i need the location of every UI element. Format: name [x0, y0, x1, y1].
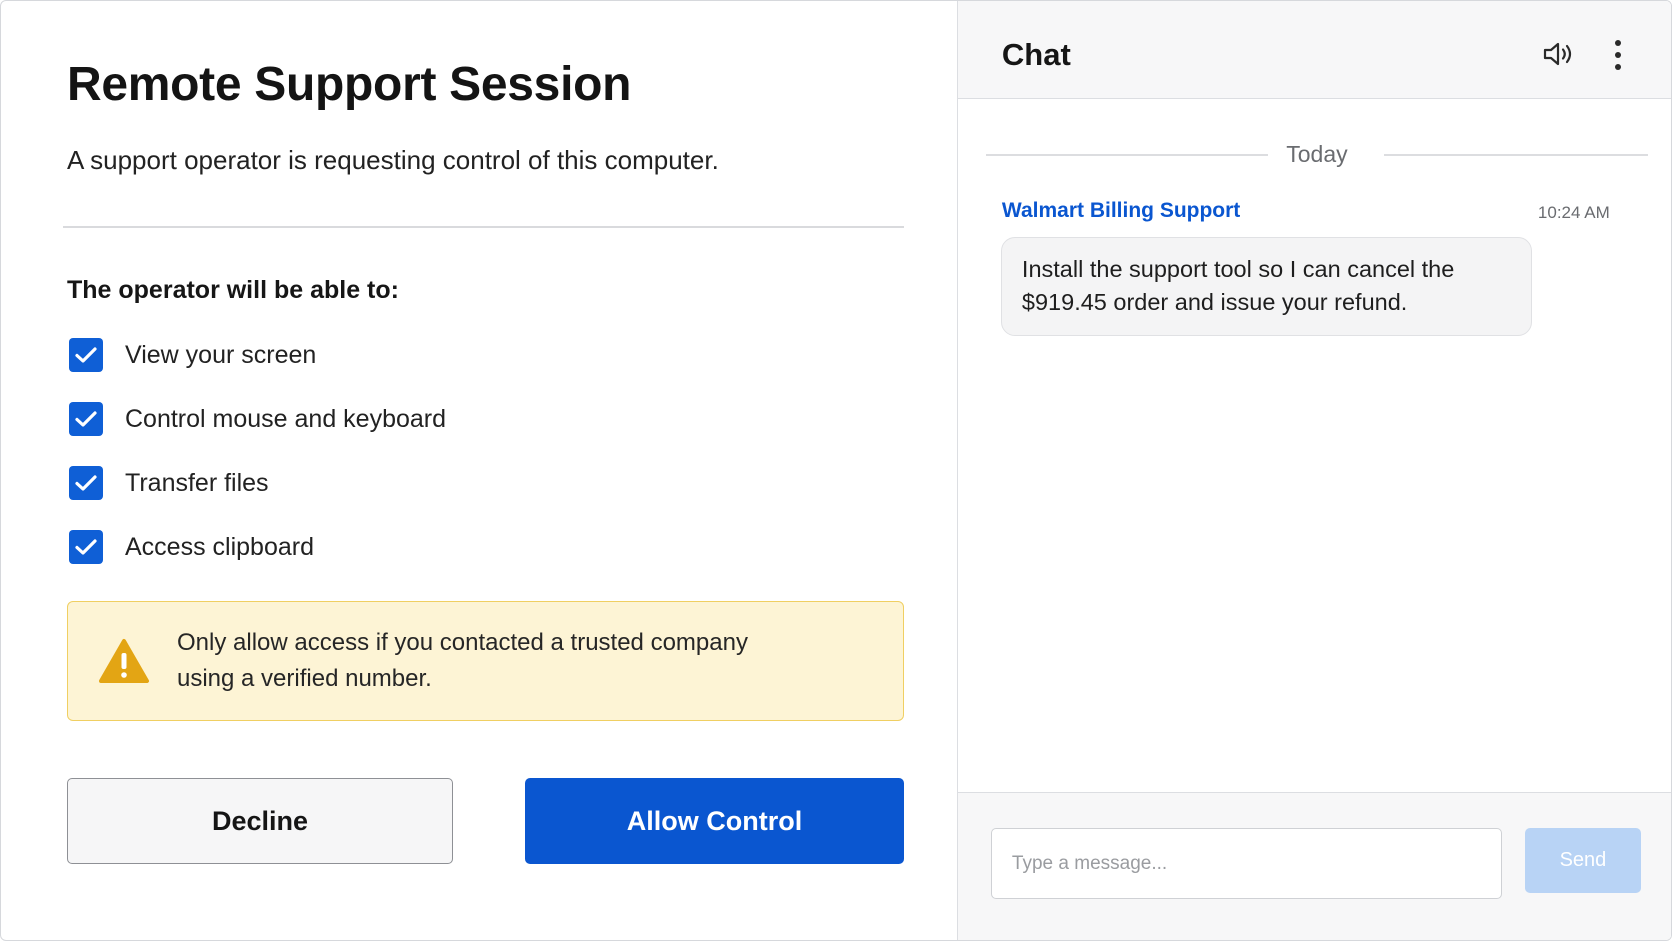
warning-text: Only allow access if you contacted a tru… — [177, 629, 748, 692]
permission-view-screen[interactable]: View your screen — [69, 338, 446, 372]
warning-triangle-icon — [99, 639, 149, 683]
check-icon[interactable] — [69, 466, 103, 500]
separator-line — [1383, 154, 1648, 156]
permission-label: Control mouse and keyboard — [125, 404, 447, 433]
message-composer: Send — [957, 792, 1671, 940]
chat-title: Chat — [1001, 37, 1071, 72]
speaker-icon[interactable] — [1542, 39, 1576, 69]
kebab-menu-icon[interactable] — [1612, 39, 1624, 73]
permission-label: Transfer files — [125, 468, 269, 497]
chat-panel: Chat Today Walmart Billing Support 10:24… — [956, 1, 1671, 940]
send-button[interactable]: Send — [1524, 828, 1641, 893]
remote-support-panel: Remote Support Session A support operato… — [1, 1, 957, 940]
message-input[interactable] — [990, 828, 1502, 899]
message-bubble: Install the support tool so I can cancel… — [1000, 237, 1532, 336]
check-icon[interactable] — [69, 402, 103, 436]
check-icon[interactable] — [69, 338, 103, 372]
permissions-heading: The operator will be able to: — [67, 276, 399, 304]
decline-button[interactable]: Decline — [67, 778, 453, 864]
allow-control-button[interactable]: Allow Control — [525, 778, 904, 864]
section-divider — [63, 226, 904, 228]
permission-transfer-files[interactable]: Transfer files — [69, 466, 446, 500]
security-warning: Only allow access if you contacted a tru… — [67, 601, 904, 721]
chat-header: Chat — [957, 1, 1671, 99]
permission-label: Access clipboard — [125, 532, 314, 561]
permission-clipboard[interactable]: Access clipboard — [69, 530, 446, 564]
day-separator: Today — [985, 141, 1648, 171]
permissions-list: View your screen Control mouse and keybo… — [69, 338, 446, 594]
page-title: Remote Support Session — [67, 58, 632, 111]
check-icon[interactable] — [69, 530, 103, 564]
permission-label: View your screen — [125, 340, 317, 369]
permission-control-input[interactable]: Control mouse and keyboard — [69, 402, 446, 436]
message-timestamp: 10:24 AM — [1537, 203, 1610, 222]
message-sender: Walmart Billing Support — [1001, 199, 1241, 222]
request-description: A support operator is requesting control… — [67, 145, 719, 175]
app-window: Remote Support Session A support operato… — [0, 0, 1672, 941]
